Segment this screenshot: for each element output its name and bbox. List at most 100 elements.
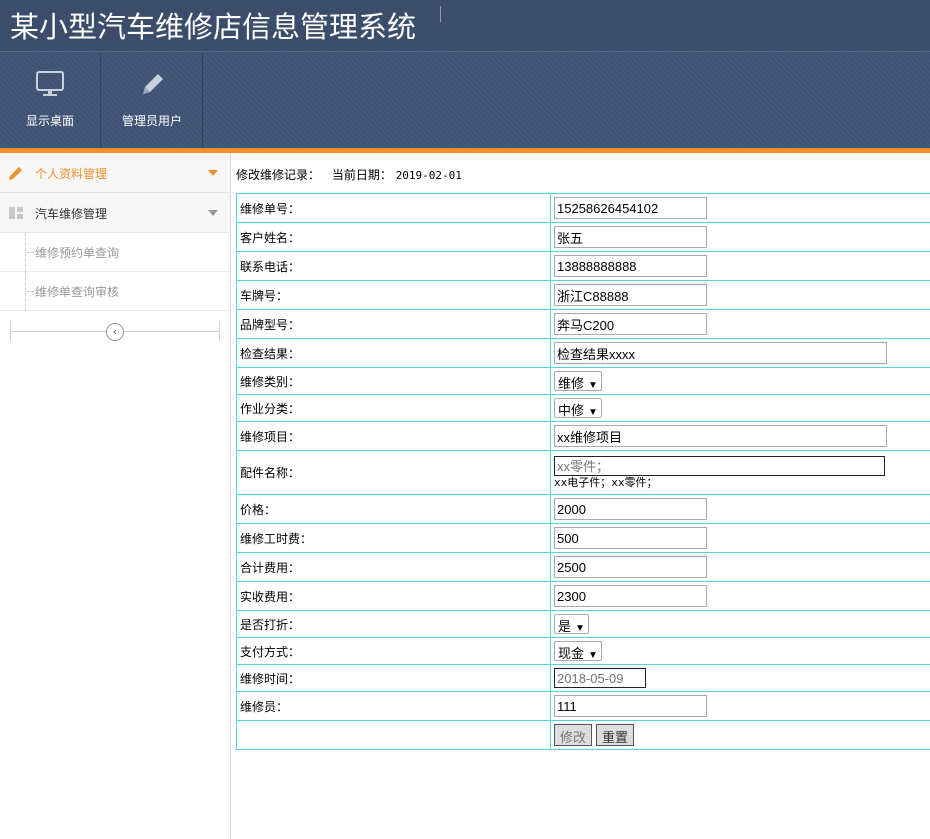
current-date: 2019-02-01 bbox=[395, 169, 462, 182]
monitor-icon bbox=[0, 70, 100, 101]
result-label: 检查结果： bbox=[236, 338, 551, 368]
form-row: 维修项目： bbox=[236, 421, 930, 451]
divider-edge bbox=[10, 321, 11, 341]
nav-show-desktop-button[interactable]: 显示桌面 bbox=[0, 53, 101, 148]
main-content: 修改维修记录： 当前日期： 2019-02-01 维修单号： 客户姓名： 联系电… bbox=[232, 153, 930, 839]
title-separator bbox=[440, 6, 441, 22]
pencil-icon bbox=[102, 70, 202, 103]
title-bar: 某小型汽车维修店信息管理系统 bbox=[0, 0, 930, 52]
price-label: 价格： bbox=[236, 494, 551, 524]
page-title: 修改维修记录： bbox=[236, 168, 321, 182]
sidebar-subitem-label: 维修单查询审核 bbox=[35, 285, 120, 299]
form-row: 维修员： bbox=[236, 691, 930, 721]
customer-label: 客户姓名： bbox=[236, 222, 551, 252]
model-input[interactable] bbox=[554, 313, 707, 335]
form-row: 维修单号： bbox=[236, 193, 930, 223]
form-row: 支付方式： 现金 ▼ bbox=[236, 637, 930, 665]
discount-value: 是 bbox=[558, 619, 572, 634]
dropdown-arrow-icon: ▼ bbox=[575, 623, 585, 634]
form-row: 价格： bbox=[236, 494, 930, 524]
app-header: 某小型汽车维修店信息管理系统 显示桌面 管理员用户 bbox=[0, 0, 930, 148]
total-label: 合计费用： bbox=[236, 552, 551, 582]
form-row: 作业分类： 中修 ▼ bbox=[236, 394, 930, 422]
form-row: 维修工时费： bbox=[236, 523, 930, 553]
sidebar-collapse-row: ‹ bbox=[0, 311, 230, 351]
received-label: 实收费用： bbox=[236, 581, 551, 611]
form-row: 维修时间： bbox=[236, 664, 930, 692]
edit-repair-form: 维修单号： 客户姓名： 联系电话： 车牌号： 品牌型号： 检查结果： 维修类别：… bbox=[236, 193, 930, 750]
form-row: 修改 重置 bbox=[236, 720, 930, 750]
sidebar: 个人资料管理 汽车维修管理 维修预约单查询 维修单查询审核 ‹ bbox=[0, 153, 231, 839]
discount-select[interactable]: 是 ▼ bbox=[554, 614, 589, 634]
repairman-label: 维修员： bbox=[236, 691, 551, 721]
customer-input[interactable] bbox=[554, 226, 707, 248]
dropdown-arrow-icon: ▼ bbox=[588, 380, 598, 391]
submit-button[interactable]: 修改 bbox=[554, 724, 593, 746]
chevron-down-icon bbox=[208, 170, 218, 176]
nav-admin-user-button[interactable]: 管理员用户 bbox=[102, 53, 203, 148]
form-row: 配件名称： xx电子件；xx零件； bbox=[236, 450, 930, 495]
form-row: 实收费用： bbox=[236, 581, 930, 611]
phone-label: 联系电话： bbox=[236, 251, 551, 281]
form-row: 合计费用： bbox=[236, 552, 930, 582]
sidebar-item-label: 个人资料管理 bbox=[35, 167, 108, 181]
form-row: 车牌号： bbox=[236, 280, 930, 310]
form-row: 客户姓名： bbox=[236, 222, 930, 252]
app-title: 某小型汽车维修店信息管理系统 bbox=[10, 10, 417, 44]
model-label: 品牌型号： bbox=[236, 309, 551, 339]
phone-input[interactable] bbox=[554, 255, 707, 277]
sidebar-sublist: 维修预约单查询 维修单查询审核 bbox=[0, 233, 230, 311]
grid-icon bbox=[8, 205, 24, 224]
project-label: 维修项目： bbox=[236, 421, 551, 451]
result-input[interactable] bbox=[554, 342, 887, 364]
sidebar-item-label: 汽车维修管理 bbox=[35, 207, 108, 221]
form-row: 检查结果： bbox=[236, 338, 930, 368]
dropdown-arrow-icon: ▼ bbox=[588, 407, 598, 418]
job-type-value: 中修 bbox=[558, 403, 585, 418]
page-heading: 修改维修记录： 当前日期： 2019-02-01 bbox=[236, 166, 462, 183]
sidebar-subitem-label: 维修预约单查询 bbox=[35, 246, 120, 260]
tree-branch bbox=[26, 252, 34, 253]
category-value: 维修 bbox=[558, 376, 585, 391]
nav-show-desktop-label: 显示桌面 bbox=[25, 114, 74, 128]
repair-time-label: 维修时间： bbox=[236, 664, 551, 692]
payment-value: 现金 bbox=[558, 646, 585, 661]
sidebar-subitem-order-review[interactable]: 维修单查询审核 bbox=[0, 272, 230, 311]
form-row: 是否打折： 是 ▼ bbox=[236, 610, 930, 638]
chevron-left-icon[interactable]: ‹ bbox=[106, 323, 124, 341]
parts-input[interactable] bbox=[554, 456, 885, 476]
discount-label: 是否打折： bbox=[236, 610, 551, 638]
labor-label: 维修工时费： bbox=[236, 523, 551, 553]
repairman-input[interactable] bbox=[554, 695, 707, 717]
category-label: 维修类别： bbox=[236, 367, 551, 395]
tree-branch bbox=[26, 291, 34, 292]
sidebar-item-repair-management[interactable]: 汽车维修管理 bbox=[0, 193, 230, 233]
form-row: 联系电话： bbox=[236, 251, 930, 281]
dropdown-arrow-icon: ▼ bbox=[588, 650, 598, 661]
divider-edge bbox=[219, 321, 220, 341]
repair-time-input[interactable] bbox=[554, 668, 646, 688]
labor-input[interactable] bbox=[554, 527, 707, 549]
plate-input[interactable] bbox=[554, 284, 707, 306]
pencil-icon bbox=[8, 165, 24, 184]
plate-label: 车牌号： bbox=[236, 280, 551, 310]
received-input[interactable] bbox=[554, 585, 707, 607]
chevron-down-icon bbox=[208, 210, 218, 216]
project-input[interactable] bbox=[554, 425, 887, 447]
category-select[interactable]: 维修 ▼ bbox=[554, 371, 602, 391]
payment-select[interactable]: 现金 ▼ bbox=[554, 641, 602, 661]
nav-admin-user-label: 管理员用户 bbox=[121, 114, 182, 128]
date-label: 当前日期： bbox=[331, 168, 392, 182]
order-no-input[interactable] bbox=[554, 197, 707, 219]
price-input[interactable] bbox=[554, 498, 707, 520]
sidebar-subitem-appointment-query[interactable]: 维修预约单查询 bbox=[0, 233, 230, 272]
job-type-select[interactable]: 中修 ▼ bbox=[554, 398, 602, 418]
reset-button[interactable]: 重置 bbox=[596, 724, 635, 746]
parts-hint: xx电子件；xx零件； bbox=[554, 476, 658, 489]
payment-label: 支付方式： bbox=[236, 637, 551, 665]
empty-cell bbox=[236, 720, 551, 750]
total-input[interactable] bbox=[554, 556, 707, 578]
form-row: 维修类别： 维修 ▼ bbox=[236, 367, 930, 395]
order-no-label: 维修单号： bbox=[236, 193, 551, 223]
sidebar-item-profile[interactable]: 个人资料管理 bbox=[0, 153, 230, 193]
